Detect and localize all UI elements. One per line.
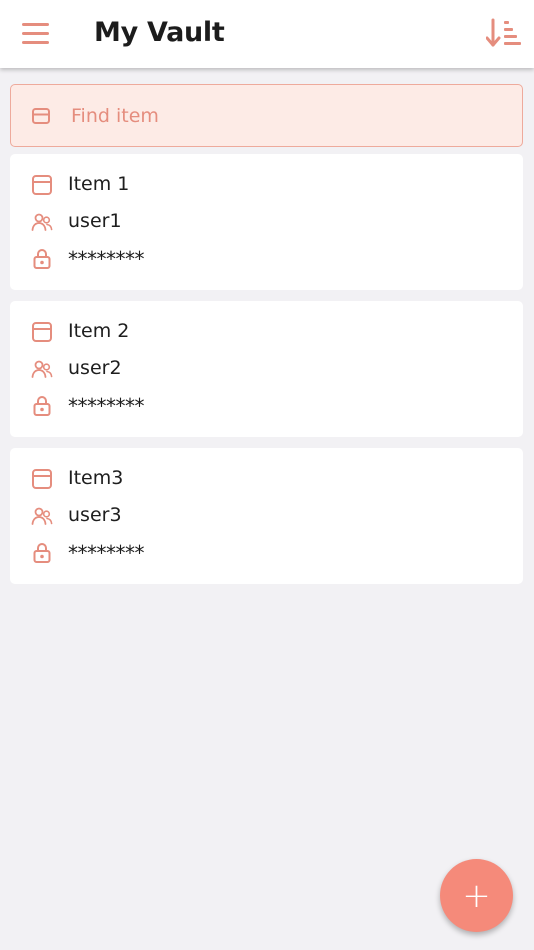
browser-window-icon — [32, 175, 52, 195]
vault-item-card[interactable]: Item3 user3 ******** — [10, 448, 523, 584]
plus-icon: + — [462, 875, 491, 916]
item-name: Item 2 — [68, 320, 130, 342]
item-password: ******** — [68, 394, 145, 418]
search-input[interactable] — [71, 85, 501, 146]
users-icon — [31, 507, 53, 525]
item-username-row: user3 — [10, 501, 523, 531]
lock-icon — [33, 543, 51, 563]
item-name: Item 1 — [68, 173, 130, 195]
hamburger-menu-icon — [22, 23, 49, 44]
lock-icon — [33, 396, 51, 416]
item-username: user3 — [68, 504, 122, 526]
item-name-row: Item 1 — [10, 170, 523, 200]
search-bar[interactable] — [10, 84, 523, 147]
sort-descending-icon — [485, 18, 521, 47]
add-item-button[interactable]: + — [440, 859, 513, 932]
lock-icon — [33, 249, 51, 269]
browser-window-icon — [32, 322, 52, 342]
item-name-row: Item3 — [10, 464, 523, 494]
vault-item-card[interactable]: Item 1 user1 ******** — [10, 154, 523, 290]
item-name-row: Item 2 — [10, 317, 523, 347]
page-title: My Vault — [94, 17, 225, 48]
item-password-row: ******** — [10, 243, 523, 273]
item-name: Item3 — [68, 467, 124, 489]
item-username: user2 — [68, 357, 122, 379]
users-icon — [31, 360, 53, 378]
item-username: user1 — [68, 210, 122, 232]
item-password-row: ******** — [10, 390, 523, 420]
vault-item-list: Item 1 user1 ******** Item 2 user2 *****… — [10, 154, 523, 595]
item-password-row: ******** — [10, 537, 523, 567]
top-app-bar: My Vault — [0, 0, 534, 68]
item-password: ******** — [68, 247, 145, 271]
item-password: ******** — [68, 541, 145, 565]
app-screen: My Vault Item 1 — [0, 0, 534, 950]
item-username-row: user1 — [10, 207, 523, 237]
menu-button[interactable] — [20, 21, 52, 47]
browser-window-icon — [32, 469, 52, 489]
vault-item-card[interactable]: Item 2 user2 ******** — [10, 301, 523, 437]
browser-window-icon — [32, 108, 50, 124]
users-icon — [31, 213, 53, 231]
item-username-row: user2 — [10, 354, 523, 384]
sort-button[interactable] — [485, 18, 524, 50]
